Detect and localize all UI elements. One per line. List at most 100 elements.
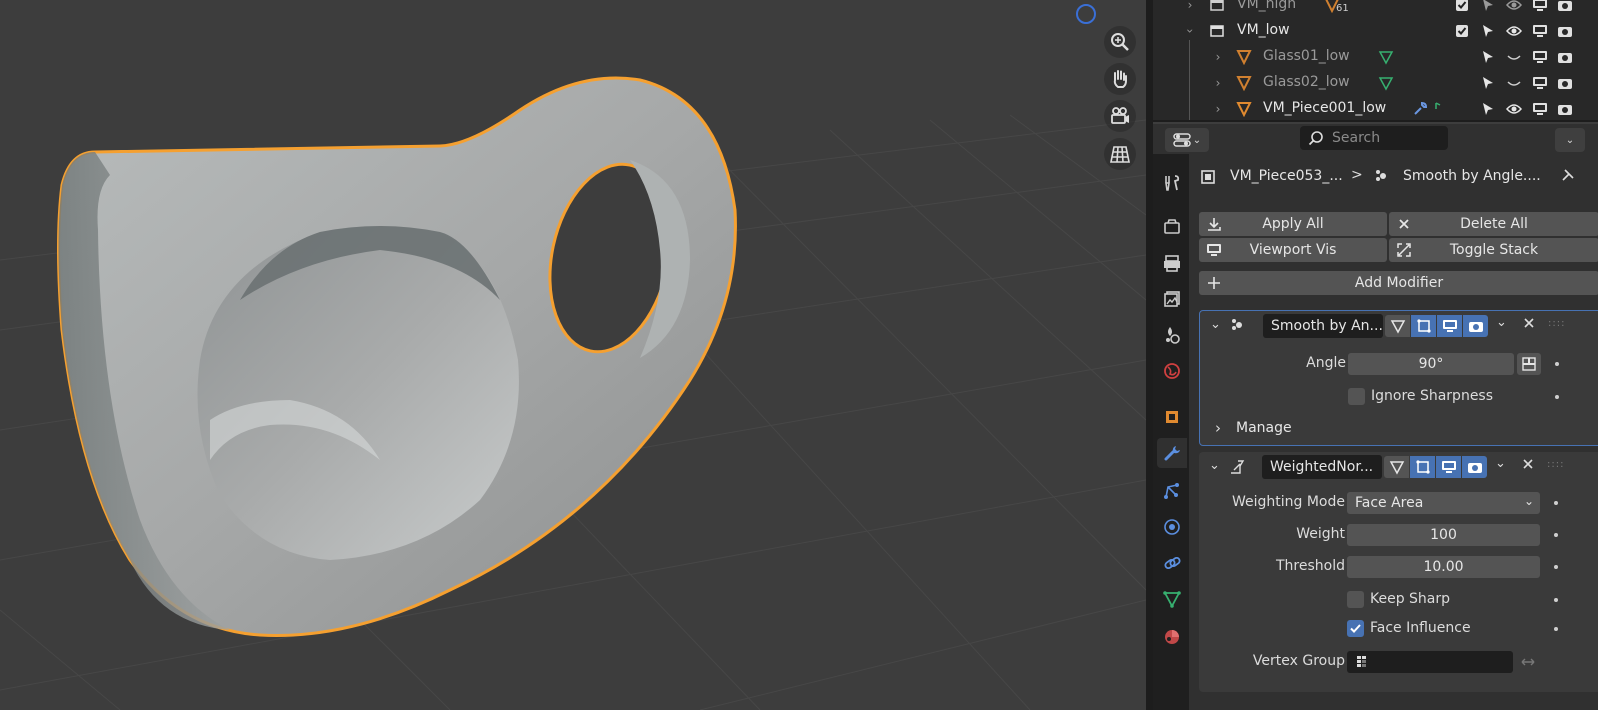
monitor-icon[interactable] [1531,22,1549,40]
edit-mode-toggle[interactable] [1384,456,1409,478]
modifier-name-input[interactable]: Smooth by An... [1263,314,1383,338]
keyframe-dot[interactable] [1554,598,1558,602]
angle-input-toggle[interactable] [1517,353,1541,375]
render-camera-icon[interactable] [1556,74,1574,92]
tab-scene[interactable] [1157,320,1187,350]
realtime-toggle[interactable] [1437,315,1462,337]
drag-handle-icon[interactable]: :::: [1547,459,1564,470]
chevron-down-icon[interactable]: › [1183,24,1197,38]
properties-search-input[interactable]: Search [1300,126,1448,150]
render-toggle[interactable] [1463,315,1488,337]
collapse-chevron-icon[interactable]: ⌄ [1210,317,1221,332]
weight-field[interactable]: 100 [1347,524,1540,546]
editor-type-dropdown[interactable]: ⌄ [1165,128,1209,152]
keyframe-dot[interactable] [1554,533,1558,537]
tab-material[interactable] [1157,622,1187,652]
edit-mode-toggle[interactable] [1385,315,1410,337]
invert-vertex-group-button[interactable] [1516,651,1540,673]
angle-field[interactable]: 90° [1348,353,1514,375]
tab-object-data[interactable] [1157,584,1187,614]
apply-all-button[interactable]: Apply All [1199,212,1387,236]
remove-modifier-icon[interactable] [1521,457,1535,475]
outliner-row-glass02[interactable]: › Glass02_low [1153,70,1598,96]
tab-output[interactable] [1157,248,1187,278]
collection-icon [1208,22,1226,40]
select-arrow-icon[interactable] [1479,100,1497,118]
ortho-toggle-button[interactable] [1104,138,1136,170]
tab-world[interactable] [1157,356,1187,386]
ignore-sharpness-checkbox[interactable] [1348,388,1365,405]
tab-tool[interactable] [1157,168,1187,198]
render-camera-icon[interactable] [1556,0,1574,14]
render-camera-icon[interactable] [1556,48,1574,66]
outliner-row-vm-low[interactable]: › VM_low [1153,18,1598,44]
threshold-field[interactable]: 10.00 [1347,556,1540,578]
modifier-name-input[interactable]: WeightedNor... [1262,455,1382,479]
keyframe-dot[interactable] [1554,627,1558,631]
render-camera-icon[interactable] [1556,22,1574,40]
eye-icon[interactable] [1505,100,1523,118]
chevron-right-icon[interactable]: › [1211,76,1225,90]
remove-modifier-icon[interactable] [1522,316,1536,334]
keyframe-dot[interactable] [1554,501,1558,505]
keyframe-dot[interactable] [1555,362,1559,366]
zoom-button[interactable] [1104,26,1136,58]
pan-button[interactable] [1104,63,1136,95]
tab-view-layer[interactable] [1157,284,1187,314]
chevron-right-icon[interactable]: › [1211,102,1225,116]
outliner[interactable]: › VM_high 61 › VM_low › Glass01_low › Gl… [1153,0,1598,122]
on-cage-toggle[interactable] [1411,315,1436,337]
toggle-stack-button[interactable]: Toggle Stack [1389,238,1598,262]
axis-gizmo-dot[interactable] [1076,4,1096,24]
monitor-icon[interactable] [1531,48,1549,66]
outliner-row-vm-high[interactable]: › VM_high 61 [1153,0,1598,18]
chevron-right-icon[interactable]: › [1211,50,1225,64]
eye-icon[interactable] [1505,22,1523,40]
tab-modifiers[interactable] [1157,438,1187,468]
eye-icon[interactable] [1505,0,1523,14]
select-arrow-icon[interactable] [1479,74,1497,92]
tab-physics[interactable] [1157,512,1187,542]
area-divider[interactable] [1146,0,1153,710]
select-arrow-icon[interactable] [1479,48,1497,66]
collapse-chevron-icon[interactable]: ⌄ [1209,458,1220,473]
outliner-row-vm-piece001[interactable]: › VM_Piece001_low [1153,96,1598,120]
weighting-mode-select[interactable]: Face Area ⌄ [1347,492,1540,514]
tab-render[interactable] [1157,212,1187,242]
tab-particles[interactable] [1157,476,1187,506]
keep-sharp-checkbox[interactable] [1347,591,1364,608]
select-arrow-icon[interactable] [1479,22,1497,40]
vertex-group-field[interactable] [1347,651,1513,673]
3d-viewport[interactable] [0,0,1146,710]
chevron-right-icon[interactable]: › [1183,0,1197,12]
dropdown-chevron-icon[interactable]: ⌄ [1496,315,1507,330]
realtime-toggle[interactable] [1436,456,1461,478]
exclude-checkbox[interactable] [1453,0,1471,14]
exclude-checkbox[interactable] [1453,22,1471,40]
keyframe-dot[interactable] [1555,395,1559,399]
eye-closed-icon[interactable] [1505,74,1523,92]
delete-all-button[interactable]: Delete All [1389,212,1598,236]
render-camera-icon [1467,463,1482,473]
render-camera-icon[interactable] [1556,100,1574,118]
add-modifier-button[interactable]: Add Modifier [1199,271,1598,295]
pin-icon[interactable] [1561,168,1575,190]
monitor-icon[interactable] [1531,74,1549,92]
monitor-icon[interactable] [1531,0,1549,14]
render-toggle[interactable] [1462,456,1487,478]
tab-object[interactable] [1157,402,1187,432]
eye-closed-icon[interactable] [1505,48,1523,66]
manage-subpanel-header[interactable]: › Manage [1200,417,1598,441]
camera-view-button[interactable] [1104,100,1136,132]
dropdown-chevron-icon[interactable]: ⌄ [1495,456,1506,471]
tab-constraints[interactable] [1157,548,1187,578]
drag-handle-icon[interactable]: :::: [1548,318,1565,329]
on-cage-toggle[interactable] [1410,456,1435,478]
face-influence-checkbox[interactable] [1347,620,1364,637]
viewport-vis-button[interactable]: Viewport Vis [1199,238,1387,262]
outliner-row-glass01[interactable]: › Glass01_low [1153,44,1598,70]
select-arrow-icon[interactable] [1479,0,1497,14]
options-dropdown[interactable]: ⌄ [1555,128,1585,152]
keyframe-dot[interactable] [1554,565,1558,569]
monitor-icon[interactable] [1531,100,1549,118]
